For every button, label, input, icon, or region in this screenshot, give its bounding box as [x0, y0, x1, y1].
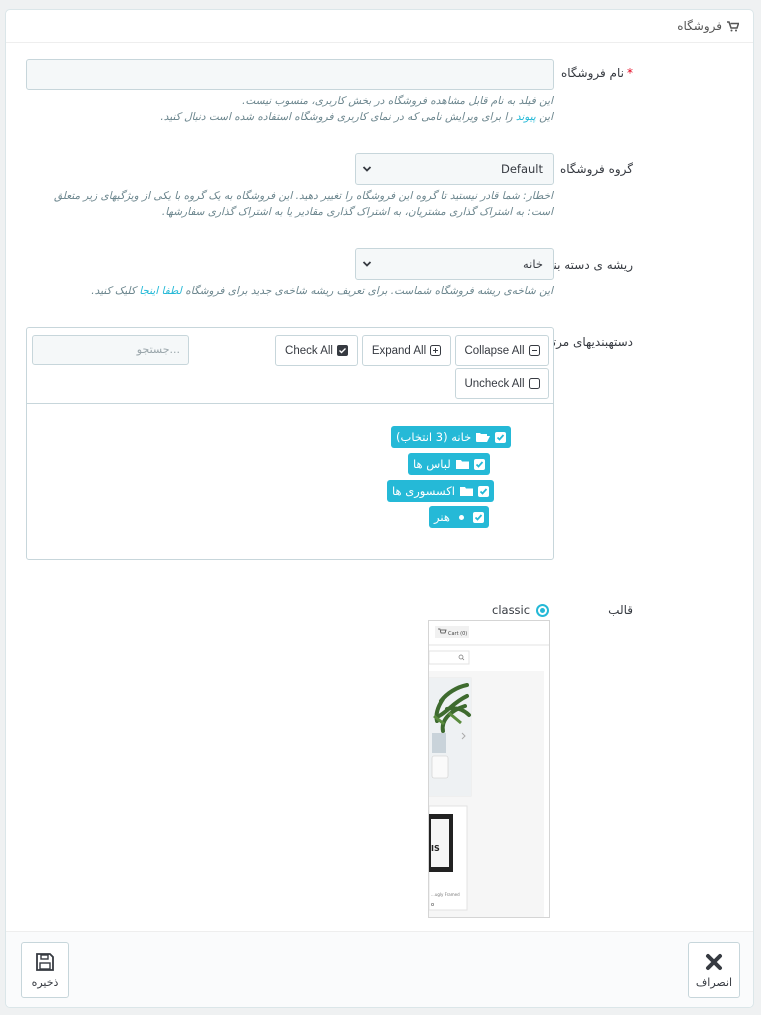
- checkbox-checked-icon[interactable]: [472, 511, 484, 523]
- checked-square-icon: [336, 345, 348, 356]
- category-search-input[interactable]: ...جستجو: [32, 335, 189, 365]
- plus-square-icon: [430, 345, 442, 356]
- theme-preview-graphic: Cart (0) IS ...ugly Framed o: [429, 621, 549, 917]
- preview-price: o: [431, 902, 434, 908]
- chevron-down-icon: [362, 261, 372, 267]
- bullet-icon: [458, 514, 464, 520]
- checkbox-checked-icon[interactable]: [473, 458, 485, 470]
- uncheck-all-button[interactable]: Uncheck All: [455, 368, 549, 399]
- tree-item-home[interactable]: خانه (3 انتخاب): [391, 426, 512, 448]
- preview-cart-label: Cart (0): [448, 631, 467, 637]
- tree-item-art[interactable]: هنر: [429, 506, 489, 528]
- folder-icon: [459, 487, 473, 496]
- checkbox-checked-icon[interactable]: [477, 485, 489, 497]
- shop-group-label: گروه فروشگاه: [559, 162, 633, 176]
- cancel-button[interactable]: انصراف: [688, 942, 740, 998]
- checkbox-checked-icon[interactable]: [495, 431, 507, 443]
- shop-group-select[interactable]: Default: [355, 153, 554, 185]
- expand-all-button[interactable]: Expand All: [362, 335, 451, 366]
- create-root-link[interactable]: لطفا اینجا: [139, 285, 182, 297]
- theme-option-name: classic: [492, 603, 531, 617]
- required-mark: *: [627, 66, 633, 80]
- shop-name-label: *نام فروشگاه: [560, 66, 633, 80]
- folder-open-icon: [476, 433, 491, 442]
- category-root-value: خانه: [523, 257, 543, 271]
- edit-name-link[interactable]: پیوند: [516, 111, 536, 123]
- shopping-cart-icon: [727, 21, 740, 32]
- category-tree: Collapse All Expand All Check All Unchec…: [26, 327, 554, 560]
- panel-heading: فروشگاه: [6, 10, 753, 43]
- shop-name-help: این فیلد به نام قابل مشاهده فروشگاه در ب…: [160, 95, 553, 123]
- collapse-all-button[interactable]: Collapse All: [455, 335, 549, 366]
- theme-radio-classic[interactable]: [536, 604, 549, 617]
- tree-toolbar: Collapse All Expand All Check All Unchec…: [27, 328, 553, 404]
- svg-text:IS: IS: [431, 844, 440, 853]
- chevron-down-icon: [362, 166, 372, 172]
- category-root-help: این شاخه‌ی ریشه فروشگاه شماست. برای تعری…: [91, 285, 553, 297]
- save-icon: [36, 952, 54, 971]
- shop-group-value: Default: [500, 162, 543, 176]
- category-root-select[interactable]: خانه: [355, 248, 554, 280]
- shop-panel: فروشگاه *نام فروشگاه این فیلد به نام قاب…: [5, 9, 754, 1008]
- tree-item-accessories[interactable]: اکسسوری ها: [387, 480, 494, 502]
- shop-group-help: اخطار: شما قادر نیستید تا گروه این فروشگ…: [53, 190, 553, 218]
- shop-name-input[interactable]: [26, 59, 554, 90]
- check-all-button[interactable]: Check All: [275, 335, 358, 366]
- theme-preview-image: Cart (0) IS ...ugly Framed o: [428, 620, 550, 918]
- panel-footer: ذخیره انصراف: [6, 931, 753, 1007]
- save-button[interactable]: ذخیره: [21, 942, 69, 998]
- square-icon: [528, 378, 540, 389]
- folder-icon: [455, 460, 469, 469]
- close-icon: [706, 953, 722, 970]
- theme-label: قالب: [608, 603, 633, 617]
- preview-product-caption: ...ugly Framed: [431, 892, 460, 897]
- tree-item-clothes[interactable]: لباس ها: [408, 453, 490, 475]
- panel-title: فروشگاه: [677, 19, 722, 33]
- minus-square-icon: [528, 345, 540, 356]
